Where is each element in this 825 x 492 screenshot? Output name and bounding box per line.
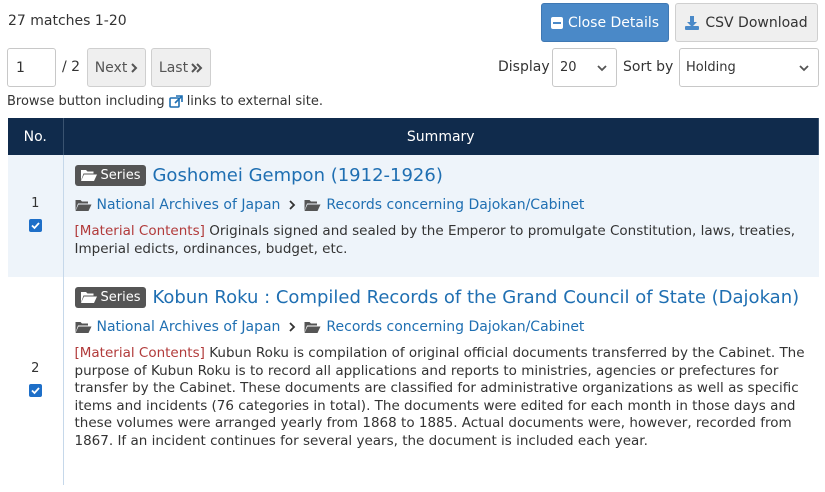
chevron-down-icon [597, 65, 607, 72]
record-title-link[interactable]: Goshomei Gempon (1912-1926) [152, 165, 442, 186]
display-count-value: 20 [560, 60, 577, 75]
row-number: 1 [31, 196, 40, 211]
folder-open-icon [80, 170, 97, 181]
last-label: Last [158, 59, 189, 76]
breadcrumb-item-records[interactable]: Records concerning Dajokan/Cabinet [304, 197, 584, 213]
breadcrumb-item-archives[interactable]: National Archives of Japan [75, 197, 281, 213]
series-badge-label: Series [100, 289, 141, 305]
series-badge: Series [74, 286, 147, 308]
folder-open-icon [80, 292, 97, 303]
table-row: 1 Series Goshomei Gempon (1912-1926) Nat… [8, 155, 819, 277]
minus-icon [550, 16, 563, 29]
breadcrumb-item-archives[interactable]: National Archives of Japan [75, 319, 281, 335]
material-contents: [Material Contents] Kubun Roku is compil… [75, 345, 809, 450]
checkmark-icon [31, 387, 40, 395]
close-details-label: Close Details [567, 14, 660, 31]
summary-cell: Series Goshomei Gempon (1912-1926) Natio… [63, 155, 819, 277]
next-label: Next [94, 59, 128, 76]
folder-open-icon [304, 200, 321, 211]
series-badge: Series [74, 164, 147, 186]
sort-by-select[interactable]: Holding [679, 48, 819, 87]
chevron-right-icon [289, 322, 296, 332]
external-link-icon [168, 94, 183, 108]
breadcrumb: National Archives of Japan Records conce… [75, 197, 809, 213]
close-details-button[interactable]: Close Details [541, 3, 669, 42]
browse-note: Browse button including links to externa… [7, 94, 323, 109]
sort-by-value: Holding [686, 60, 736, 75]
material-contents-label: [Material Contents] [74, 345, 205, 361]
summary-cell: Series Kobun Roku : Compiled Records of … [63, 277, 819, 485]
display-count-select[interactable]: 20 [552, 48, 617, 87]
download-icon [685, 15, 700, 30]
table-row: 2 Series Kobun Roku : Compiled Records o… [8, 277, 819, 485]
page-total: / 2 [62, 59, 81, 75]
row-select-checkbox[interactable] [28, 384, 42, 397]
chevron-down-icon [799, 65, 809, 72]
breadcrumb-label: Records concerning Dajokan/Cabinet [326, 319, 585, 335]
results-table: No. Summary 1 Series Goshomei Gempon (19… [8, 118, 819, 485]
material-contents-label: [Material Contents] [74, 223, 205, 239]
breadcrumb-label: National Archives of Japan [96, 319, 281, 335]
breadcrumb: National Archives of Japan Records conce… [75, 319, 809, 335]
csv-download-label: CSV Download [705, 14, 808, 31]
display-label: Display [498, 59, 550, 75]
breadcrumb-label: Records concerning Dajokan/Cabinet [326, 197, 585, 213]
row-number-cell: 2 [8, 277, 64, 485]
folder-open-icon [75, 322, 91, 333]
chevron-right-icon [131, 62, 138, 73]
browse-note-prefix: Browse button including [7, 94, 165, 109]
chevron-right-icon [289, 200, 296, 210]
csv-download-button[interactable]: CSV Download [675, 3, 818, 42]
record-title-link[interactable]: Kobun Roku : Compiled Records of the Gra… [152, 287, 799, 308]
double-chevron-right-icon [191, 62, 203, 73]
material-contents: [Material Contents] Originals signed and… [75, 223, 809, 258]
row-number: 2 [31, 361, 40, 376]
page-number-input[interactable] [7, 48, 56, 87]
breadcrumb-label: National Archives of Japan [96, 197, 281, 213]
matches-count: 27 matches 1-20 [8, 13, 127, 29]
row-number-cell: 1 [8, 155, 64, 277]
folder-open-icon [304, 322, 321, 333]
checkmark-icon [31, 222, 40, 230]
browse-note-suffix: links to external site. [186, 94, 324, 109]
col-header-no: No. [8, 118, 64, 155]
series-badge-label: Series [100, 167, 141, 183]
folder-open-icon [75, 200, 91, 211]
sort-by-label: Sort by [623, 59, 674, 75]
row-select-checkbox[interactable] [28, 219, 42, 232]
last-page-button[interactable]: Last [151, 48, 211, 87]
col-header-summary: Summary [63, 118, 819, 155]
breadcrumb-item-records[interactable]: Records concerning Dajokan/Cabinet [304, 319, 584, 335]
next-page-button[interactable]: Next [87, 48, 146, 87]
